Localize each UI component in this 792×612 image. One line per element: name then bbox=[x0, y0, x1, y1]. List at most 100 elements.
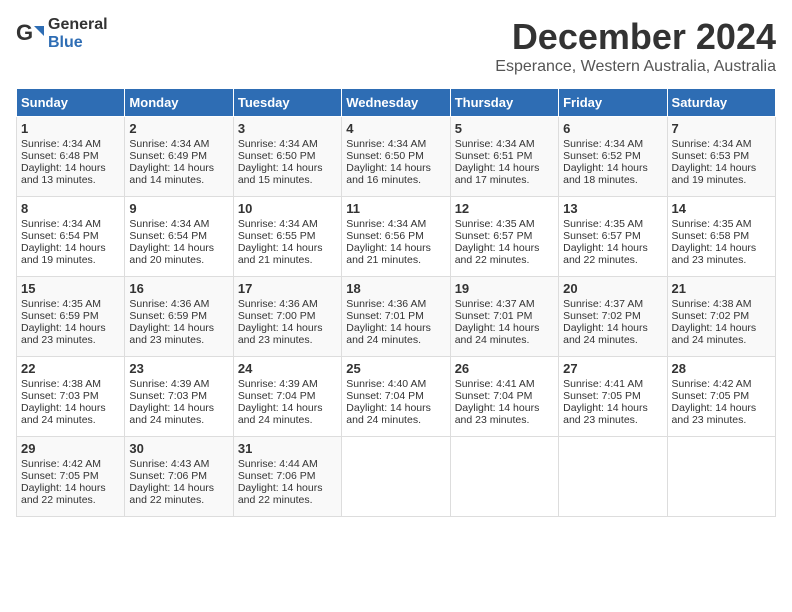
day-cell-6: 6Sunrise: 4:34 AMSunset: 6:52 PMDaylight… bbox=[559, 117, 667, 197]
day-cell-24: 24Sunrise: 4:39 AMSunset: 7:04 PMDayligh… bbox=[233, 357, 341, 437]
day-cell-2: 2Sunrise: 4:34 AMSunset: 6:49 PMDaylight… bbox=[125, 117, 233, 197]
day-number: 29 bbox=[21, 441, 120, 456]
day-cell-18: 18Sunrise: 4:36 AMSunset: 7:01 PMDayligh… bbox=[342, 277, 450, 357]
daylight: Daylight: 14 hours and 14 minutes. bbox=[129, 162, 214, 186]
empty-cell bbox=[342, 437, 450, 517]
sunset: Sunset: 7:05 PM bbox=[563, 390, 641, 402]
daylight: Daylight: 14 hours and 23 minutes. bbox=[238, 322, 323, 346]
day-cell-31: 31Sunrise: 4:44 AMSunset: 7:06 PMDayligh… bbox=[233, 437, 341, 517]
day-number: 11 bbox=[346, 201, 445, 216]
sunrise: Sunrise: 4:43 AM bbox=[129, 458, 209, 470]
sunrise: Sunrise: 4:34 AM bbox=[346, 138, 426, 150]
day-number: 2 bbox=[129, 121, 228, 136]
day-cell-5: 5 Sunrise: 4:34 AMSunset: 6:51 PMDaylight… bbox=[450, 117, 558, 197]
daylight: Daylight: 14 hours and 23 minutes. bbox=[672, 242, 757, 266]
day-cell-7: 7Sunrise: 4:34 AMSunset: 6:53 PMDaylight… bbox=[667, 117, 775, 197]
day-cell-26: 26Sunrise: 4:41 AMSunset: 7:04 PMDayligh… bbox=[450, 357, 558, 437]
sunrise: Sunrise: 4:39 AM bbox=[238, 378, 318, 390]
logo-general: General bbox=[48, 16, 108, 33]
day-number: 20 bbox=[563, 281, 662, 296]
sunrise: Sunrise: 4:34 AM bbox=[563, 138, 643, 150]
day-cell-23: 23Sunrise: 4:39 AMSunset: 7:03 PMDayligh… bbox=[125, 357, 233, 437]
daylight: Daylight: 14 hours and 24 minutes. bbox=[455, 322, 540, 346]
day-cell-16: 16Sunrise: 4:36 AMSunset: 6:59 PMDayligh… bbox=[125, 277, 233, 357]
sunset: Sunset: 7:02 PM bbox=[563, 310, 641, 322]
sunset: Sunset: 7:05 PM bbox=[672, 390, 750, 402]
day-number: 5 bbox=[455, 121, 554, 136]
day-number: 15 bbox=[21, 281, 120, 296]
day-cell-9: 9Sunrise: 4:34 AMSunset: 6:54 PMDaylight… bbox=[125, 197, 233, 277]
logo-icon: G bbox=[16, 20, 44, 48]
daylight: Daylight: 14 hours and 21 minutes. bbox=[346, 242, 431, 266]
daylight: Daylight: 14 hours and 24 minutes. bbox=[21, 402, 106, 426]
day-number: 13 bbox=[563, 201, 662, 216]
day-number: 22 bbox=[21, 361, 120, 376]
day-number: 16 bbox=[129, 281, 228, 296]
daylight: Daylight: 14 hours and 19 minutes. bbox=[21, 242, 106, 266]
logo-text: General Blue bbox=[48, 16, 108, 52]
sunset: Sunset: 6:59 PM bbox=[21, 310, 99, 322]
sunrise: Sunrise: 4:34 AM bbox=[672, 138, 752, 150]
sunrise: Sunrise: 4:34 AM bbox=[455, 138, 535, 150]
sunrise: Sunrise: 4:34 AM bbox=[238, 218, 318, 230]
day-cell-14: 14Sunrise: 4:35 AMSunset: 6:58 PMDayligh… bbox=[667, 197, 775, 277]
day-cell-29: 29Sunrise: 4:42 AMSunset: 7:05 PMDayligh… bbox=[17, 437, 125, 517]
sunset: Sunset: 6:57 PM bbox=[455, 230, 533, 242]
daylight: Daylight: 14 hours and 23 minutes. bbox=[129, 322, 214, 346]
day-cell-21: 21Sunrise: 4:38 AMSunset: 7:02 PMDayligh… bbox=[667, 277, 775, 357]
day-cell-22: 22 Sunrise: 4:38 AMSunset: 7:03 PMDayligh… bbox=[17, 357, 125, 437]
sunset: Sunset: 6:57 PM bbox=[563, 230, 641, 242]
sunrise: Sunrise: 4:38 AM bbox=[672, 298, 752, 310]
sunrise: Sunrise: 4:34 AM bbox=[21, 138, 101, 150]
empty-cell bbox=[559, 437, 667, 517]
sunset: Sunset: 7:06 PM bbox=[129, 470, 207, 482]
sunrise: Sunrise: 4:34 AM bbox=[346, 218, 426, 230]
empty-cell bbox=[450, 437, 558, 517]
day-cell-8: 8Sunrise: 4:34 AMSunset: 6:54 PMDaylight… bbox=[17, 197, 125, 277]
sunrise: Sunrise: 4:34 AM bbox=[21, 218, 101, 230]
location-subtitle: Esperance, Western Australia, Australia bbox=[495, 58, 776, 76]
sunrise: Sunrise: 4:35 AM bbox=[563, 218, 643, 230]
day-cell-19: 19Sunrise: 4:37 AMSunset: 7:01 PMDayligh… bbox=[450, 277, 558, 357]
day-cell-13: 13Sunrise: 4:35 AMSunset: 6:57 PMDayligh… bbox=[559, 197, 667, 277]
daylight: Daylight: 14 hours and 20 minutes. bbox=[129, 242, 214, 266]
daylight: Daylight: 14 hours and 22 minutes. bbox=[129, 482, 214, 506]
daylight: Daylight: 14 hours and 17 minutes. bbox=[455, 162, 540, 186]
day-number: 19 bbox=[455, 281, 554, 296]
day-cell-30: 30Sunrise: 4:43 AMSunset: 7:06 PMDayligh… bbox=[125, 437, 233, 517]
sunrise: Sunrise: 4:36 AM bbox=[238, 298, 318, 310]
sunset: Sunset: 6:53 PM bbox=[672, 150, 750, 162]
sunrise: Sunrise: 4:38 AM bbox=[21, 378, 101, 390]
day-number: 21 bbox=[672, 281, 771, 296]
day-number: 14 bbox=[672, 201, 771, 216]
day-cell-3: 3Sunrise: 4:34 AMSunset: 6:50 PMDaylight… bbox=[233, 117, 341, 197]
sunset: Sunset: 6:48 PM bbox=[21, 150, 99, 162]
sunset: Sunset: 6:51 PM bbox=[455, 150, 533, 162]
svg-text:G: G bbox=[16, 20, 33, 45]
daylight: Daylight: 14 hours and 24 minutes. bbox=[672, 322, 757, 346]
daylight: Daylight: 14 hours and 16 minutes. bbox=[346, 162, 431, 186]
sunrise: Sunrise: 4:41 AM bbox=[563, 378, 643, 390]
sunrise: Sunrise: 4:42 AM bbox=[21, 458, 101, 470]
day-number: 9 bbox=[129, 201, 228, 216]
day-number: 23 bbox=[129, 361, 228, 376]
day-number: 28 bbox=[672, 361, 771, 376]
sunrise: Sunrise: 4:35 AM bbox=[455, 218, 535, 230]
day-number: 24 bbox=[238, 361, 337, 376]
sunset: Sunset: 7:03 PM bbox=[21, 390, 99, 402]
sunset: Sunset: 6:54 PM bbox=[21, 230, 99, 242]
day-number: 17 bbox=[238, 281, 337, 296]
day-header-monday: Monday bbox=[125, 89, 233, 117]
sunset: Sunset: 7:06 PM bbox=[238, 470, 316, 482]
day-number: 18 bbox=[346, 281, 445, 296]
sunrise: Sunrise: 4:36 AM bbox=[129, 298, 209, 310]
sunrise: Sunrise: 4:35 AM bbox=[672, 218, 752, 230]
day-cell-1: 1Sunrise: 4:34 AMSunset: 6:48 PMDaylight… bbox=[17, 117, 125, 197]
daylight: Daylight: 14 hours and 23 minutes. bbox=[563, 402, 648, 426]
sunset: Sunset: 6:50 PM bbox=[346, 150, 424, 162]
day-number: 3 bbox=[238, 121, 337, 136]
daylight: Daylight: 14 hours and 24 minutes. bbox=[238, 402, 323, 426]
day-number: 27 bbox=[563, 361, 662, 376]
day-header-tuesday: Tuesday bbox=[233, 89, 341, 117]
sunrise: Sunrise: 4:44 AM bbox=[238, 458, 318, 470]
